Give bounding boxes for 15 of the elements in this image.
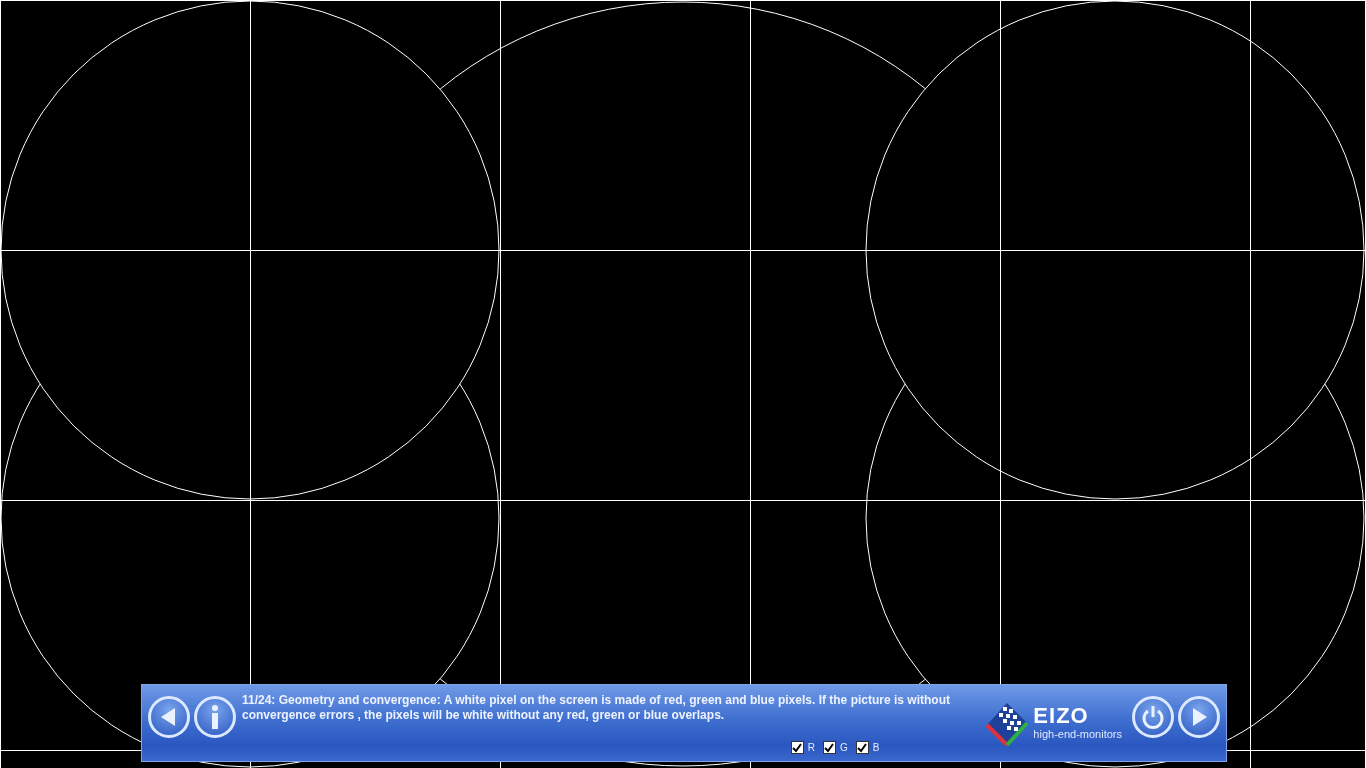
channel-label: R (807, 742, 815, 753)
channel-checkbox[interactable] (822, 741, 836, 754)
previous-button[interactable] (148, 696, 190, 738)
power-icon (1140, 704, 1166, 730)
channel-label: B (872, 742, 880, 753)
info-icon (212, 705, 218, 729)
channel-checkbox[interactable] (790, 741, 804, 754)
info-button[interactable] (194, 696, 236, 738)
logo-wordmark: EIZO (1033, 703, 1089, 728)
channel-label: G (839, 742, 848, 753)
next-button[interactable] (1178, 696, 1220, 738)
channel-checkbox[interactable] (855, 741, 869, 754)
power-button[interactable] (1132, 696, 1174, 738)
logo-tagline: high-end-monitors (1033, 727, 1122, 741)
description-text: 11/24: Geometry and convergence: A white pixel on the screen is made of red, green and blue pixels. If the picture is without convergence errors , the pixels will be white without any red, green or blue overlaps. (242, 693, 951, 723)
